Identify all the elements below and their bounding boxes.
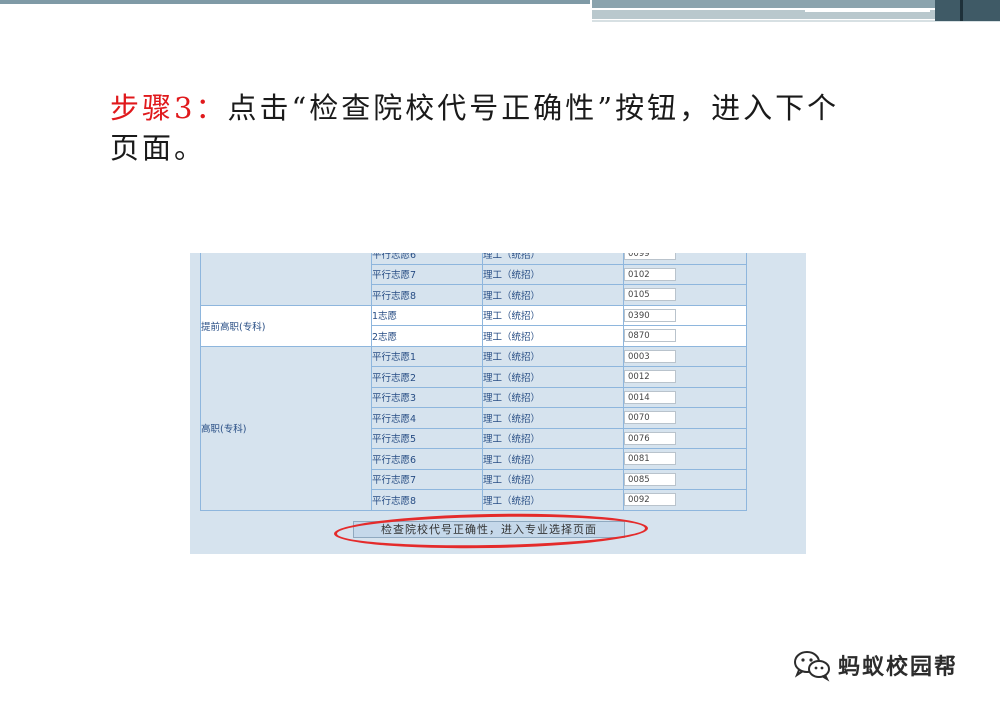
school-code-input[interactable]: 0099	[624, 253, 676, 261]
volunteer-name-cell: 平行志愿7	[371, 263, 483, 285]
school-code-input[interactable]: 0085	[624, 472, 676, 486]
watermark: 蚂蚁校园帮	[792, 645, 958, 685]
volunteer-name-cell: 平行志愿2	[371, 366, 483, 388]
school-code-cell: 0003	[623, 345, 747, 367]
volunteer-type-cell: 理工（统招）	[482, 489, 624, 511]
school-code-input[interactable]: 0092	[624, 493, 676, 507]
volunteer-name-cell: 平行志愿1	[371, 345, 483, 367]
top-decor-mark	[960, 0, 963, 21]
school-code-input[interactable]: 0081	[624, 452, 676, 466]
school-code-cell: 0105	[623, 284, 747, 306]
screenshot-panel: 平行志愿6 理工（统招） 0099 平行志愿7 理工（统招） 0102 平行志愿8 理工（统招…	[190, 253, 806, 554]
school-code-cell: 0870	[623, 325, 747, 347]
school-code-cell: 0081	[623, 448, 747, 470]
highlight-ellipse	[333, 511, 649, 551]
school-code-input[interactable]: 0102	[624, 267, 676, 281]
volunteer-name-cell: 平行志愿8	[371, 489, 483, 511]
school-code-cell: 0070	[623, 407, 747, 429]
table-row: 平行志愿6 理工（统招） 0099	[200, 253, 747, 306]
category-cell: 提前高职(专科)	[200, 304, 372, 347]
table-row: 提前高职(专科) 1志愿 理工（统招） 0390	[200, 304, 747, 347]
volunteer-name-cell: 2志愿	[371, 325, 483, 347]
school-code-cell: 0012	[623, 366, 747, 388]
school-code-cell: 0099	[623, 253, 747, 265]
school-code-input[interactable]: 0012	[624, 370, 676, 384]
volunteer-type-cell: 理工（统招）	[482, 427, 624, 449]
school-code-input[interactable]: 0870	[624, 329, 676, 343]
slide-heading: 步骤3：点击“检查院校代号正确性”按钮，进入下个页面。	[110, 88, 870, 168]
volunteer-name-cell: 平行志愿6	[371, 253, 483, 265]
volunteer-name-cell: 平行志愿8	[371, 284, 483, 306]
volunteer-type-cell: 理工（统招）	[482, 448, 624, 470]
volunteer-name-cell: 1志愿	[371, 304, 483, 326]
volunteer-type-cell: 理工（统招）	[482, 468, 624, 490]
volunteer-type-cell: 理工（统招）	[482, 304, 624, 326]
volunteer-type-cell: 理工（统招）	[482, 263, 624, 285]
volunteer-type-cell: 理工（统招）	[482, 284, 624, 306]
step-label: 步骤3：	[110, 91, 228, 125]
volunteer-table: 平行志愿6 理工（统招） 0099 平行志愿7 理工（统招） 0102 平行志愿8 理工（统招…	[200, 253, 747, 511]
school-code-cell: 0102	[623, 263, 747, 285]
school-code-cell: 0390	[623, 304, 747, 326]
volunteer-name-cell: 平行志愿6	[371, 448, 483, 470]
volunteer-name-cell: 平行志愿7	[371, 468, 483, 490]
volunteer-type-cell: 理工（统招）	[482, 407, 624, 429]
wechat-icon	[794, 651, 830, 682]
table-row: 高职(专科) 平行志愿1 理工（统招） 0003	[200, 345, 747, 511]
school-code-input[interactable]: 0070	[624, 411, 676, 425]
school-code-input[interactable]: 0014	[624, 390, 676, 404]
volunteer-type-cell: 理工（统招）	[482, 386, 624, 408]
category-cell: 高职(专科)	[200, 345, 372, 511]
top-decor-bar-left	[0, 0, 590, 4]
school-code-cell: 0014	[623, 386, 747, 408]
volunteer-name-cell: 平行志愿5	[371, 427, 483, 449]
top-decor-block	[935, 0, 1000, 21]
school-code-input[interactable]: 0076	[624, 431, 676, 445]
top-decor-stripe	[805, 9, 930, 12]
volunteer-type-cell: 理工（统招）	[482, 345, 624, 367]
school-code-cell: 0085	[623, 468, 747, 490]
school-code-input[interactable]: 0105	[624, 288, 676, 302]
school-code-input[interactable]: 0390	[624, 308, 676, 322]
volunteer-name-cell: 平行志愿4	[371, 407, 483, 429]
volunteer-name-cell: 平行志愿3	[371, 386, 483, 408]
school-code-cell: 0092	[623, 489, 747, 511]
volunteer-type-cell: 理工（统招）	[482, 253, 624, 265]
school-code-input[interactable]: 0003	[624, 349, 676, 363]
category-cell	[200, 253, 372, 306]
watermark-text: 蚂蚁校园帮	[838, 655, 959, 680]
volunteer-type-cell: 理工（统招）	[482, 325, 624, 347]
school-code-cell: 0076	[623, 427, 747, 449]
volunteer-type-cell: 理工（统招）	[482, 366, 624, 388]
